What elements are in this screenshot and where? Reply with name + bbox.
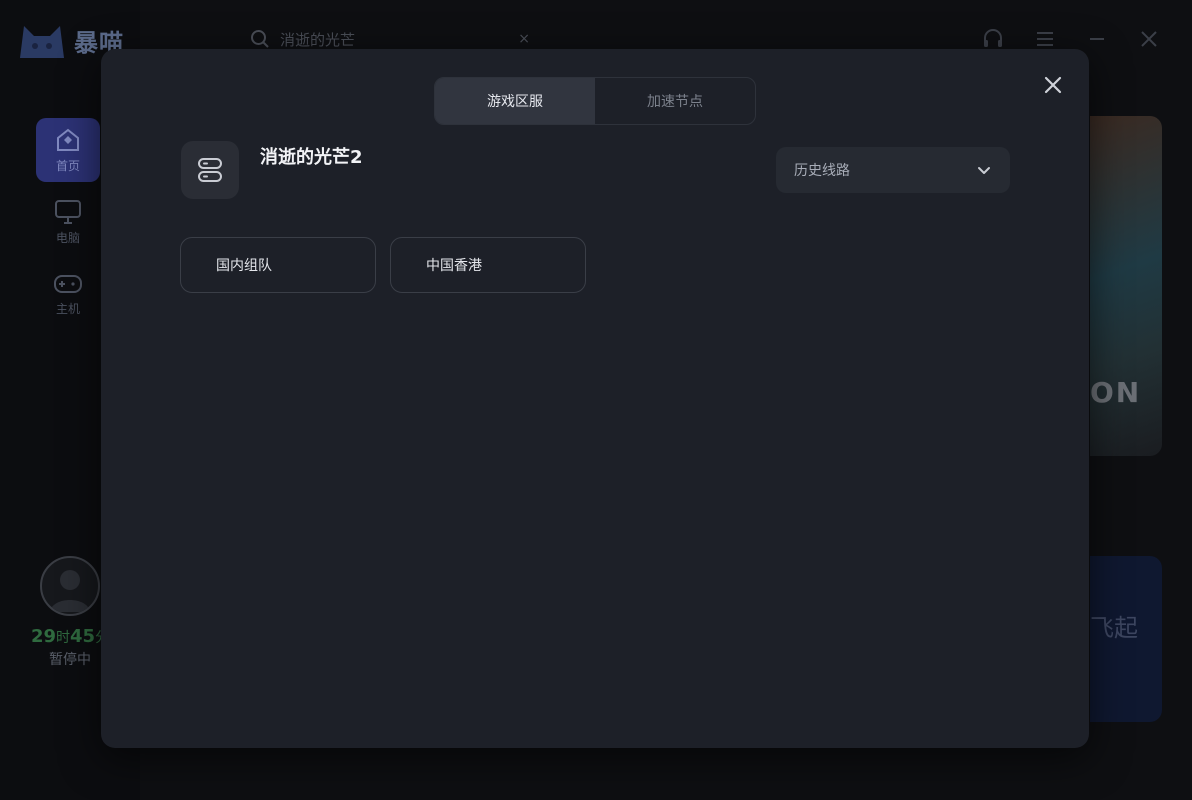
- chevron-down-icon: [976, 162, 992, 178]
- minimize-icon[interactable]: [1084, 26, 1110, 52]
- home-icon: [57, 128, 79, 151]
- promo-card[interactable]: 飞起: [1090, 556, 1162, 722]
- timer-hours: 29: [30, 626, 56, 647]
- avatar[interactable]: [40, 556, 100, 616]
- timer-hours-unit: 时: [56, 630, 70, 646]
- search-input[interactable]: 消逝的光芒: [280, 29, 355, 50]
- region-option-hong-kong[interactable]: 中国香港: [390, 237, 586, 293]
- cat-logo-icon: [20, 26, 64, 58]
- close-icon: [1044, 76, 1062, 94]
- nav-item-pc[interactable]: 电脑: [36, 190, 100, 254]
- nav-label-console: 主机: [55, 301, 80, 316]
- banner-text: ON: [1090, 376, 1142, 409]
- search-icon: [251, 30, 269, 48]
- history-route-select[interactable]: 历史线路: [776, 147, 1010, 193]
- tab-accel-node[interactable]: 加速节点: [595, 78, 755, 124]
- region-option-domestic-team[interactable]: 国内组队: [180, 237, 376, 293]
- nav-label-home: 首页: [55, 158, 80, 173]
- nav-label-pc: 电脑: [55, 230, 80, 245]
- game-icon-box: [181, 141, 239, 199]
- promo-text: 飞起: [1090, 614, 1138, 642]
- dialog-close-button[interactable]: [1039, 71, 1067, 99]
- dialog-tabs: 游戏区服 加速节点: [434, 77, 756, 125]
- window-close-icon[interactable]: [1136, 26, 1162, 52]
- game-banner[interactable]: ON: [1090, 116, 1162, 456]
- tab-game-region[interactable]: 游戏区服: [435, 78, 595, 124]
- server-icon: [198, 158, 222, 182]
- clear-search-button[interactable]: ×: [518, 31, 530, 47]
- nav-item-home[interactable]: 首页: [36, 118, 100, 182]
- timer-minutes: 45: [70, 626, 96, 647]
- nav-item-console[interactable]: 主机: [36, 262, 100, 326]
- history-route-label: 历史线路: [794, 163, 850, 179]
- gamepad-icon: [54, 274, 82, 293]
- game-title: 消逝的光芒2: [260, 147, 363, 168]
- user-avatar-icon: [50, 570, 90, 612]
- monitor-icon: [55, 199, 81, 224]
- server-select-dialog: 游戏区服 加速节点 消逝的光芒2 历史线路 国内组队 中国香港: [101, 49, 1089, 748]
- region-list: 国内组队 中国香港: [180, 237, 586, 293]
